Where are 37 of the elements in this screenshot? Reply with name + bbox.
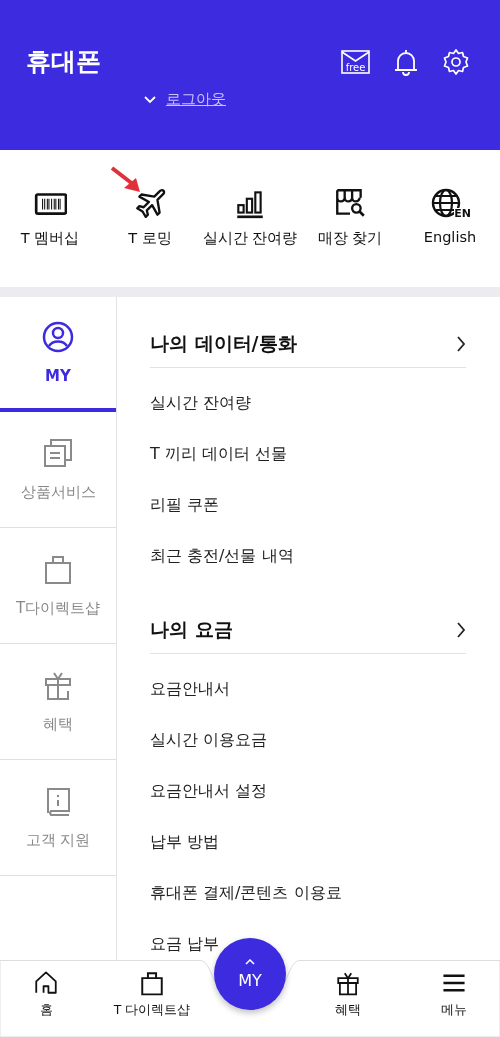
settings-icon[interactable] bbox=[442, 48, 470, 76]
airplane-icon bbox=[133, 186, 167, 220]
menu-link[interactable]: 실시간 잔여량 bbox=[150, 393, 252, 414]
caret-up-icon bbox=[245, 958, 255, 965]
menu-link[interactable]: 휴대폰 결제/콘텐츠 이용료 bbox=[150, 883, 342, 904]
quick-menu-item[interactable]: T 로밍 bbox=[100, 186, 200, 248]
chevron-right-icon bbox=[456, 336, 466, 352]
menu-link[interactable]: 리필 쿠폰 bbox=[150, 495, 220, 516]
quick-menu-item[interactable]: 매장 찾기 bbox=[300, 186, 400, 248]
quick-menu-item[interactable]: 실시간 잔여량 bbox=[200, 186, 300, 248]
chevron-right-icon bbox=[456, 622, 466, 638]
person-icon bbox=[42, 320, 74, 353]
bottom-nav-item[interactable]: 홈 bbox=[0, 960, 92, 1037]
bottom-nav-item[interactable]: 메뉴 bbox=[408, 960, 500, 1037]
menu-link[interactable]: 요금안내서 bbox=[150, 679, 230, 700]
section-header[interactable]: 나의 데이터/통화 bbox=[150, 328, 466, 368]
menu-link[interactable]: 최근 충전/선물 내역 bbox=[150, 546, 294, 567]
documents-icon bbox=[42, 437, 74, 469]
menu-link[interactable]: 요금안내서 설정 bbox=[150, 781, 268, 802]
page-title: 휴대폰 bbox=[26, 46, 102, 78]
menu-link[interactable]: T 끼리 데이터 선물 bbox=[150, 444, 288, 465]
logout-link[interactable]: 로그아웃 bbox=[166, 90, 226, 109]
section-header[interactable]: 나의 요금 bbox=[150, 614, 466, 654]
bell-icon[interactable] bbox=[394, 48, 418, 76]
menu-link[interactable]: 납부 방법 bbox=[150, 832, 220, 853]
free-message-button[interactable]: free bbox=[341, 50, 370, 74]
annotation-arrow-icon bbox=[110, 166, 142, 194]
quick-menu-item[interactable]: T 멤버십 bbox=[0, 186, 100, 248]
chevron-down-icon[interactable] bbox=[144, 95, 156, 104]
bottom-nav-item[interactable]: 혜택 bbox=[288, 960, 408, 1037]
gift-icon bbox=[335, 970, 361, 996]
home-icon bbox=[33, 970, 59, 996]
shopping-bag-icon bbox=[42, 553, 74, 585]
quick-menu-item[interactable]: EN English bbox=[400, 186, 500, 248]
shopping-bag-icon bbox=[139, 970, 165, 996]
bottom-nav-item[interactable]: T 다이렉트샵 bbox=[92, 960, 212, 1037]
menu-link[interactable]: 실시간 이용요금 bbox=[150, 730, 268, 751]
